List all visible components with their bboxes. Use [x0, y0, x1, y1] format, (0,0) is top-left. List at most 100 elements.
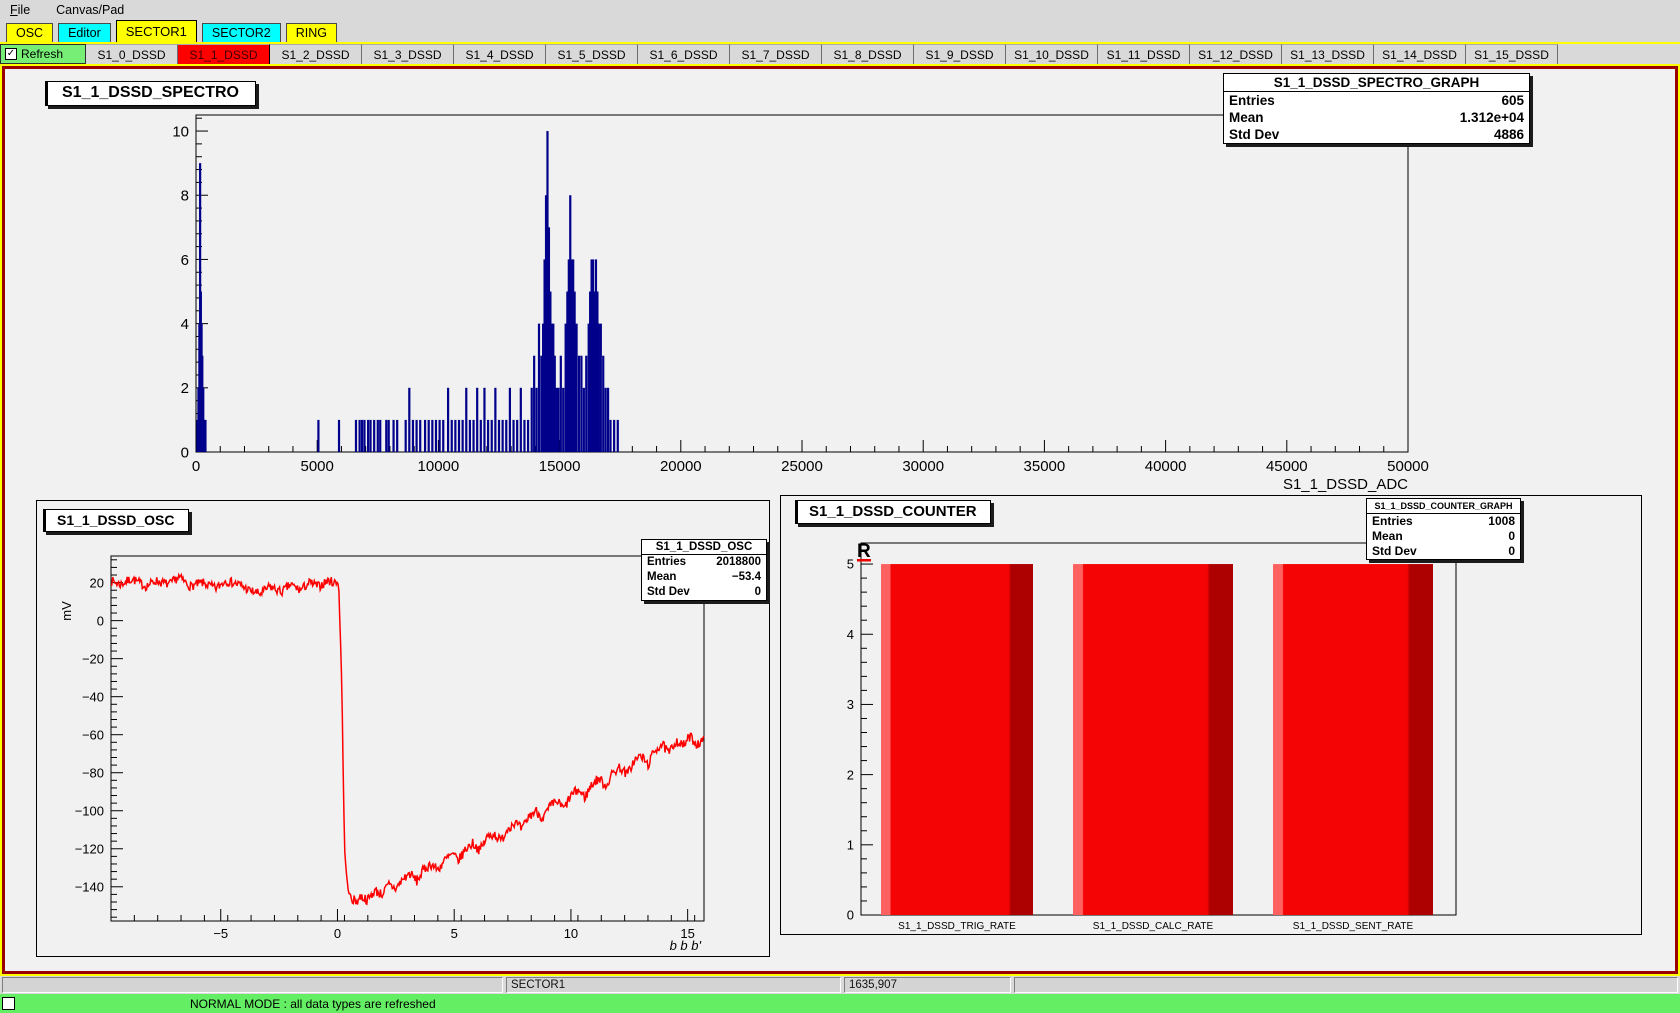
svg-text:mV: mV — [59, 601, 74, 621]
counter-title-box[interactable]: S1_1_DSSD_COUNTER — [795, 500, 991, 524]
svg-text:R: R — [857, 541, 871, 562]
svg-text:20: 20 — [90, 575, 104, 590]
svg-text:b b b': b b b' — [670, 938, 702, 953]
tab-s1-13-dssd[interactable]: S1_13_DSSD — [1282, 44, 1374, 64]
sector-tab-row: ✓ Refresh S1_0_DSSDS1_1_DSSDS1_2_DSSDS1_… — [0, 42, 1680, 64]
tab-s1-12-dssd[interactable]: S1_12_DSSD — [1190, 44, 1282, 64]
stat-label: Entries — [1229, 92, 1275, 109]
message-text: NORMAL MODE : all data types are refresh… — [190, 997, 436, 1011]
pad-spectro[interactable]: 0246810050001000015000200002500030000350… — [5, 69, 1675, 499]
svg-text:S1_1_DSSD_SENT_RATE: S1_1_DSSD_SENT_RATE — [1293, 921, 1414, 932]
tab-s1-3-dssd[interactable]: S1_3_DSSD — [362, 44, 454, 64]
tab-s1-4-dssd[interactable]: S1_4_DSSD — [454, 44, 546, 64]
svg-text:8: 8 — [181, 188, 189, 205]
spectro-statbox[interactable]: S1_1_DSSD_SPECTRO_GRAPH Entries605 Mean1… — [1223, 73, 1530, 144]
tab-s1-15-dssd[interactable]: S1_15_DSSD — [1466, 44, 1558, 64]
tab-s1-6-dssd[interactable]: S1_6_DSSD — [638, 44, 730, 64]
stat-label: Mean — [1372, 529, 1403, 544]
svg-text:6: 6 — [181, 252, 189, 269]
pad-osc[interactable]: 200−20−40−60−80−100−120−140−5051015mVb b… — [36, 500, 770, 957]
stat-label: Mean — [647, 570, 676, 585]
tab-s1-7-dssd[interactable]: S1_7_DSSD — [730, 44, 822, 64]
spectro-title: S1_1_DSSD_SPECTRO — [62, 84, 239, 101]
svg-text:S1_1_DSSD_CALC_RATE: S1_1_DSSD_CALC_RATE — [1093, 921, 1214, 932]
svg-text:S1_1_DSSD_TRIG_RATE: S1_1_DSSD_TRIG_RATE — [898, 921, 1016, 932]
tab-s1-0-dssd[interactable]: S1_0_DSSD — [86, 44, 178, 64]
tab-osc[interactable]: OSC — [6, 23, 53, 42]
svg-text:40000: 40000 — [1145, 458, 1187, 475]
svg-text:−40: −40 — [82, 689, 104, 704]
status-cell-context: SECTOR1 — [506, 977, 841, 993]
tab-s1-14-dssd[interactable]: S1_14_DSSD — [1374, 44, 1466, 64]
spectro-title-box[interactable]: S1_1_DSSD_SPECTRO — [45, 81, 256, 106]
refresh-label: Refresh — [21, 47, 63, 61]
spectro-statbox-title: S1_1_DSSD_SPECTRO_GRAPH — [1224, 74, 1529, 92]
svg-text:1: 1 — [847, 837, 854, 852]
pad-counter[interactable]: 012345S1_1_DSSD_TRIG_RATES1_1_DSSD_CALC_… — [780, 495, 1642, 935]
osc-title-box[interactable]: S1_1_DSSD_OSC — [43, 509, 189, 532]
stat-label: Std Dev — [1229, 126, 1279, 143]
tab-editor[interactable]: Editor — [58, 23, 111, 42]
tab-sector2[interactable]: SECTOR2 — [202, 23, 281, 42]
svg-text:35000: 35000 — [1024, 458, 1066, 475]
counter-title: S1_1_DSSD_COUNTER — [809, 503, 977, 520]
root-canvas[interactable]: 0246810050001000015000200002500030000350… — [2, 66, 1678, 974]
stat-label: Std Dev — [1372, 544, 1417, 559]
menu-file[interactable]: File — [8, 2, 32, 18]
menu-canvas-pad[interactable]: Canvas/Pad — [54, 2, 126, 18]
tab-ring[interactable]: RING — [286, 23, 337, 42]
svg-text:5: 5 — [847, 557, 854, 572]
svg-text:−100: −100 — [75, 803, 104, 818]
stat-value: −53.4 — [732, 570, 761, 585]
stat-label: Std Dev — [647, 585, 690, 600]
svg-text:−20: −20 — [82, 651, 104, 666]
svg-text:−140: −140 — [75, 879, 104, 894]
svg-text:5: 5 — [451, 926, 458, 941]
refresh-checkbox[interactable]: ✓ — [5, 48, 17, 60]
svg-text:−5: −5 — [213, 926, 228, 941]
tab-sector1[interactable]: SECTOR1 — [116, 20, 197, 42]
stat-value: 0 — [755, 585, 761, 600]
svg-text:−80: −80 — [82, 765, 104, 780]
svg-text:−60: −60 — [82, 727, 104, 742]
svg-text:3: 3 — [847, 697, 854, 712]
message-checkbox[interactable] — [2, 997, 15, 1010]
osc-title: S1_1_DSSD_OSC — [57, 512, 175, 528]
counter-plot[interactable]: 012345S1_1_DSSD_TRIG_RATES1_1_DSSD_CALC_… — [781, 496, 1641, 934]
svg-text:0: 0 — [97, 613, 104, 628]
stat-value: 2018800 — [716, 555, 761, 570]
stat-label: Entries — [647, 555, 686, 570]
stat-value: 4886 — [1494, 126, 1524, 143]
svg-text:25000: 25000 — [781, 458, 823, 475]
svg-text:10000: 10000 — [418, 458, 460, 475]
refresh-tab[interactable]: ✓ Refresh — [0, 44, 86, 64]
osc-statbox[interactable]: S1_1_DSSD_OSC Entries 2018800 Mean −53.4 S… — [641, 539, 767, 601]
stat-label: Entries — [1372, 514, 1413, 529]
osc-statbox-title: S1_1_DSSD_OSC — [642, 540, 766, 555]
svg-text:15000: 15000 — [539, 458, 581, 475]
stat-value: 1008 — [1488, 514, 1515, 529]
tab-s1-11-dssd[interactable]: S1_11_DSSD — [1098, 44, 1190, 64]
tab-s1-9-dssd[interactable]: S1_9_DSSD — [914, 44, 1006, 64]
tab-s1-8-dssd[interactable]: S1_8_DSSD — [822, 44, 914, 64]
message-bar: NORMAL MODE : all data types are refresh… — [0, 994, 1680, 1013]
svg-text:0: 0 — [192, 458, 200, 475]
svg-text:4: 4 — [847, 627, 854, 642]
stat-value: 0 — [1508, 544, 1515, 559]
stat-value: 605 — [1501, 92, 1524, 109]
stat-value: 0 — [1508, 529, 1515, 544]
svg-text:0: 0 — [334, 926, 341, 941]
tab-s1-1-dssd[interactable]: S1_1_DSSD — [178, 44, 270, 64]
tab-s1-10-dssd[interactable]: S1_10_DSSD — [1006, 44, 1098, 64]
status-bar: SECTOR1 1635,907 — [0, 976, 1680, 994]
svg-text:50000: 50000 — [1387, 458, 1429, 475]
tab-s1-5-dssd[interactable]: S1_5_DSSD — [546, 44, 638, 64]
svg-text:20000: 20000 — [660, 458, 702, 475]
svg-text:10: 10 — [172, 123, 189, 140]
canvas-frame: 0246810050001000015000200002500030000350… — [0, 64, 1680, 976]
tab-s1-2-dssd[interactable]: S1_2_DSSD — [270, 44, 362, 64]
counter-statbox[interactable]: S1_1_DSSD_COUNTER_GRAPH Entries1008 Mean… — [1366, 498, 1521, 560]
svg-text:−120: −120 — [75, 841, 104, 856]
status-cell-0 — [2, 977, 503, 993]
status-cell-3 — [1014, 977, 1678, 993]
